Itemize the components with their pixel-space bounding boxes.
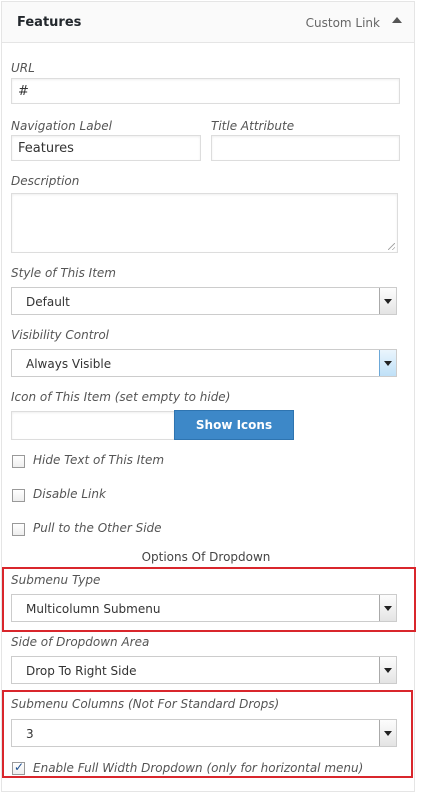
dropdown-arrow-icon[interactable] xyxy=(379,350,396,376)
show-icons-button[interactable]: Show Icons xyxy=(174,410,294,440)
visibility-label: Visibility Control xyxy=(11,328,110,342)
visibility-select[interactable]: Always Visible xyxy=(11,349,397,377)
dropdown-arrow-icon[interactable] xyxy=(379,720,396,746)
dropdown-side-select[interactable]: Drop To Right Side xyxy=(11,656,397,684)
description-textarea[interactable] xyxy=(11,193,398,253)
style-label: Style of This Item xyxy=(11,266,116,280)
collapse-arrow-icon[interactable] xyxy=(392,17,402,23)
dropdown-side-select-value: Drop To Right Side xyxy=(26,664,137,678)
submenu-columns-select[interactable]: 3 xyxy=(11,719,397,747)
navigation-label-input[interactable]: Features xyxy=(11,135,201,161)
full-width-label: Enable Full Width Dropdown (only for hor… xyxy=(33,761,364,775)
dropdown-arrow-icon[interactable] xyxy=(379,595,396,621)
dropdown-options-heading: Options Of Dropdown xyxy=(141,550,271,564)
disable-link-checkbox[interactable] xyxy=(12,489,25,502)
navigation-label-label: Navigation Label xyxy=(11,119,112,133)
title-attribute-label: Title Attribute xyxy=(211,119,295,133)
resize-grip-icon[interactable] xyxy=(388,243,395,250)
submenu-type-select-value: Multicolumn Submenu xyxy=(26,602,161,616)
hide-text-label: Hide Text of This Item xyxy=(33,453,165,467)
style-select-value: Default xyxy=(26,295,70,309)
url-input[interactable]: # xyxy=(11,78,400,104)
menu-item-header[interactable]: Features Custom Link xyxy=(2,2,414,43)
pull-other-side-label: Pull to the Other Side xyxy=(33,521,162,535)
submenu-columns-label: Submenu Columns (Not For Standard Drops) xyxy=(11,697,280,711)
icon-label: Icon of This Item (set empty to hide) xyxy=(11,390,231,404)
submenu-columns-select-value: 3 xyxy=(26,727,34,741)
disable-link-label: Disable Link xyxy=(33,487,106,501)
hide-text-checkbox[interactable] xyxy=(12,455,25,468)
visibility-select-value: Always Visible xyxy=(26,357,112,371)
icon-input[interactable] xyxy=(11,411,175,440)
submenu-type-select[interactable]: Multicolumn Submenu xyxy=(11,594,397,622)
style-select[interactable]: Default xyxy=(11,287,397,315)
menu-item-type: Custom Link xyxy=(305,16,380,30)
menu-item-title: Features xyxy=(17,15,82,30)
title-attribute-input[interactable] xyxy=(211,135,400,161)
url-label: URL xyxy=(11,61,35,75)
dropdown-side-label: Side of Dropdown Area xyxy=(11,635,150,649)
full-width-checkbox[interactable] xyxy=(12,760,25,775)
description-label: Description xyxy=(11,174,80,188)
dropdown-arrow-icon[interactable] xyxy=(379,657,396,683)
submenu-type-label: Submenu Type xyxy=(11,573,101,587)
dropdown-arrow-icon[interactable] xyxy=(379,288,396,314)
pull-other-side-checkbox[interactable] xyxy=(12,523,25,536)
